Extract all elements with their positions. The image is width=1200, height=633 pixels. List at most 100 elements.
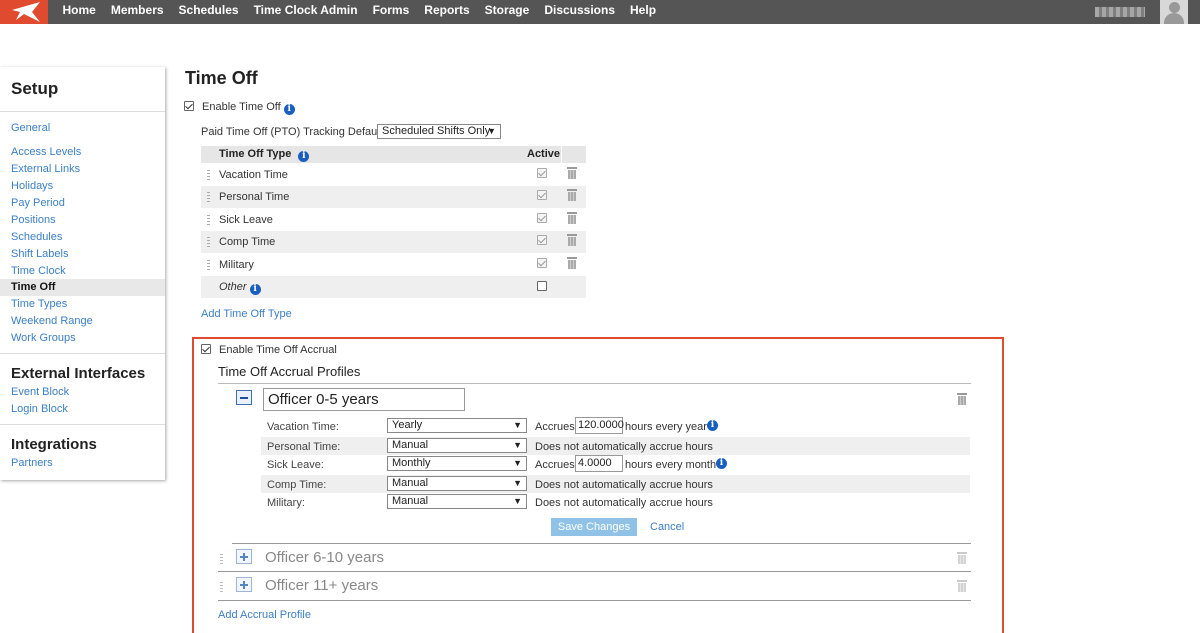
drag-handle-icon[interactable] [220,582,223,592]
time-off-type-name: Comp Time [219,236,276,248]
sidebar-item-time-clock[interactable]: Time Clock [11,265,66,277]
drag-handle-icon[interactable] [220,554,223,564]
drag-handle-icon[interactable] [207,260,210,270]
info-icon[interactable]: i [283,104,295,115]
trash-icon[interactable] [957,580,967,592]
drag-handle-icon[interactable] [207,215,210,225]
user-name-blurred[interactable] [1095,7,1145,17]
nav-time-clock-admin[interactable]: Time Clock Admin [246,0,365,24]
profile-name-input[interactable]: Officer 0-5 years [263,388,465,411]
logo-icon[interactable] [0,0,48,24]
time-off-type-name: Vacation Time [219,169,288,181]
sidebar-title-integrations: Integrations [11,436,97,453]
divider [0,353,165,354]
nav-schedules[interactable]: Schedules [171,0,246,24]
table-row: Personal Time [201,186,586,208]
accrual-note: Does not automatically accrue hours [535,441,713,453]
nav-forms[interactable]: Forms [365,0,417,24]
trash-icon[interactable] [567,212,577,224]
sidebar-item-event-block[interactable]: Event Block [11,386,69,398]
accrual-frequency-select[interactable]: Manual ▼ [387,494,527,509]
dropdown-arrow-icon: ▼ [513,420,522,430]
enable-time-off-label: Enable Time Off i [202,101,295,115]
sidebar-item-external-links[interactable]: External Links [11,163,80,175]
cancel-link[interactable]: Cancel [650,521,684,533]
active-checkbox[interactable] [537,190,547,200]
setup-sidebar: Setup General Access Levels External Lin… [0,67,165,480]
sidebar-item-partners[interactable]: Partners [11,457,53,469]
sidebar-item-time-types[interactable]: Time Types [11,298,67,310]
accrual-type-label: Sick Leave: [267,459,324,471]
active-checkbox[interactable] [537,168,547,178]
trash-icon[interactable] [567,234,577,246]
time-off-type-name: Sick Leave [219,214,273,226]
drag-handle-icon[interactable] [207,170,210,180]
info-icon[interactable]: i [707,420,718,431]
active-checkbox[interactable] [537,235,547,245]
sidebar-item-access-levels[interactable]: Access Levels [11,146,81,158]
divider [0,424,165,425]
sidebar-item-shift-labels[interactable]: Shift Labels [11,248,68,260]
sidebar-item-pay-period[interactable]: Pay Period [11,197,65,209]
info-icon[interactable]: i [298,151,310,162]
accrual-frequency-value: Yearly [392,419,423,431]
sidebar-item-positions[interactable]: Positions [11,214,56,226]
accrual-frequency-select[interactable]: Yearly ▼ [387,418,527,433]
accrual-frequency-select[interactable]: Manual ▼ [387,438,527,453]
profile-title[interactable]: Officer 11+ years [265,577,378,594]
enable-accrual-checkbox[interactable] [201,344,211,354]
sidebar-item-weekend-range[interactable]: Weekend Range [11,315,93,327]
avatar-icon[interactable] [1160,0,1188,24]
nav-reports[interactable]: Reports [417,0,477,24]
accrual-type-label: Military: [267,497,305,509]
collapse-icon[interactable] [236,390,252,405]
accrual-type-label: Personal Time: [267,441,341,453]
expand-icon[interactable] [236,549,252,564]
accrual-frequency-select[interactable]: Manual ▼ [387,476,527,491]
table-row: Comp Time [201,231,586,253]
add-time-off-type-link[interactable]: Add Time Off Type [201,308,292,320]
sidebar-item-general[interactable]: General [11,122,50,134]
nav-help[interactable]: Help [623,0,664,24]
save-changes-button[interactable]: Save Changes [551,518,637,536]
nav-discussions[interactable]: Discussions [537,0,623,24]
add-accrual-profile-link[interactable]: Add Accrual Profile [218,609,311,621]
dropdown-arrow-icon: ▼ [513,496,522,506]
accrual-row: Vacation Time: Yearly ▼ Accrues 120.0000… [261,417,970,435]
info-icon[interactable]: i [249,284,261,295]
trash-icon[interactable] [957,552,967,564]
trash-icon[interactable] [957,393,967,405]
accrual-amount-input[interactable]: 4.0000 [575,455,623,472]
expand-icon[interactable] [236,577,252,592]
sidebar-item-time-off[interactable]: Time Off [11,281,55,293]
active-checkbox[interactable] [537,281,547,291]
enable-time-off-checkbox[interactable] [184,101,194,111]
accrual-amount-input[interactable]: 120.0000 [575,417,624,434]
sidebar-item-work-groups[interactable]: Work Groups [11,332,76,344]
accrual-frequency-value: Manual [392,495,429,507]
trash-icon[interactable] [567,189,577,201]
trash-icon[interactable] [567,167,577,179]
dropdown-arrow-icon: ▼ [513,458,522,468]
sidebar-item-holidays[interactable]: Holidays [11,180,53,192]
trash-icon[interactable] [567,257,577,269]
sidebar-item-schedules[interactable]: Schedules [11,231,62,243]
enable-time-off-text: Enable Time Off [202,101,281,113]
column-active: Active [527,148,561,160]
accrual-row: Sick Leave: Monthly ▼ Accrues 4.0000 hou… [261,455,970,473]
drag-handle-icon[interactable] [207,237,210,247]
active-checkbox[interactable] [537,258,547,268]
drag-handle-icon[interactable] [207,192,210,202]
column-time-off-type: Time Off Type i [219,148,310,162]
active-checkbox[interactable] [537,213,547,223]
profile-title[interactable]: Officer 6-10 years [265,549,384,566]
time-off-type-name: Military [219,259,254,271]
nav-storage[interactable]: Storage [477,0,537,24]
nav-home[interactable]: Home [55,0,103,24]
accrual-frequency-select[interactable]: Monthly ▼ [387,456,527,471]
accrual-frequency-value: Manual [392,439,429,451]
pto-tracking-select[interactable]: Scheduled Shifts Only ▼ [377,124,501,139]
sidebar-item-login-block[interactable]: Login Block [11,403,68,415]
nav-members[interactable]: Members [103,0,171,24]
info-icon[interactable]: i [716,458,727,469]
